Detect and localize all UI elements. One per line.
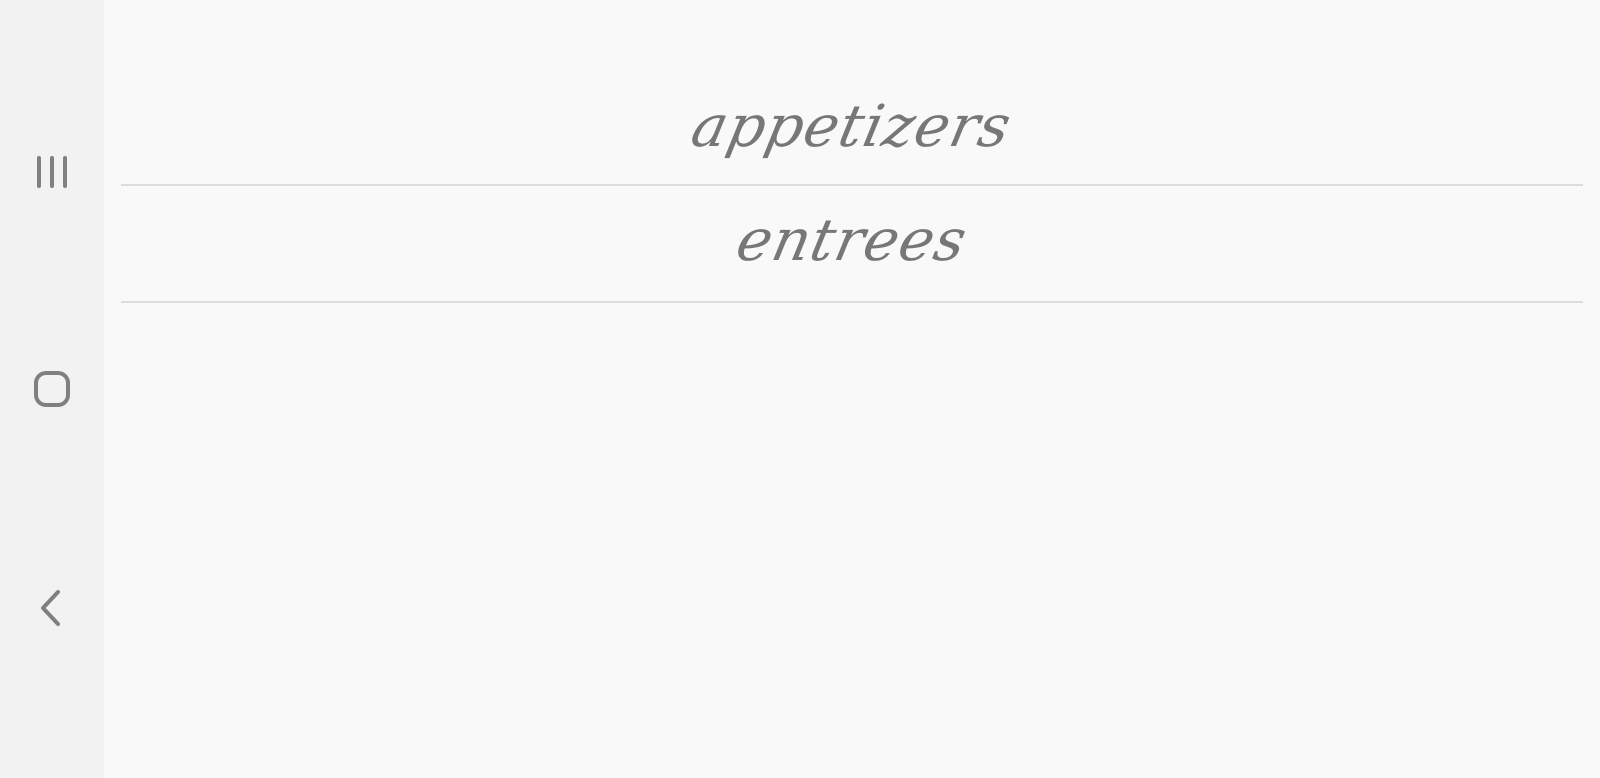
home-icon	[34, 371, 70, 407]
system-navigation-bar	[0, 0, 104, 778]
recent-apps-button[interactable]	[22, 142, 82, 202]
menu-list: appetizers entrees	[104, 0, 1600, 778]
category-appetizers[interactable]: appetizers	[121, 72, 1583, 180]
back-icon	[41, 590, 60, 626]
home-button[interactable]	[22, 359, 82, 419]
screen: appetizers entrees	[0, 0, 1600, 778]
divider	[121, 301, 1583, 303]
category-entrees[interactable]: entrees	[121, 186, 1583, 294]
category-label: entrees	[730, 206, 974, 274]
category-label: appetizers	[686, 92, 1018, 160]
recent-apps-icon	[37, 156, 67, 188]
back-button[interactable]	[22, 578, 82, 638]
